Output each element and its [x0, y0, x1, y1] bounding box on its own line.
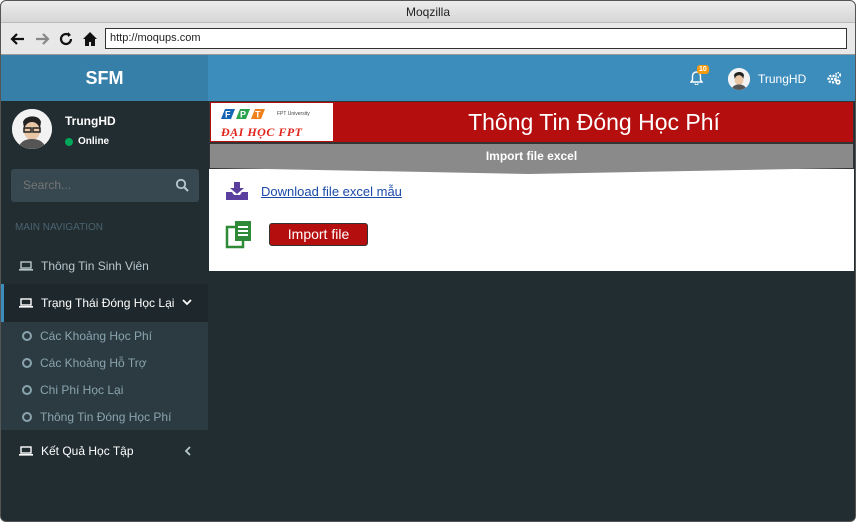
top-navbar: 10 TrungHD — [208, 55, 855, 101]
download-row: Download file excel mẫu — [225, 181, 402, 201]
section-title: Import file excel — [209, 143, 854, 169]
fpt-logo-subtitle: FPT University — [277, 111, 310, 117]
sidebar-item-thong-tin-sinh-vien[interactable]: Thông Tin Sinh Viên — [1, 247, 208, 285]
browser-window: Moqzilla http://moqups.com SFM TrungHD O… — [0, 0, 856, 522]
avatar — [12, 109, 52, 149]
import-row: Import file — [225, 219, 368, 249]
notification-badge: 10 — [697, 65, 709, 74]
app-shell: SFM TrungHD Online Search... MAIN NAVIGA… — [1, 55, 855, 521]
submenu-item-cac-khoang-ho-tro[interactable]: Các Khoảng Hỗ Trợ — [1, 349, 208, 376]
submenu-item-label: Các Khoảng Học Phí — [40, 328, 153, 343]
page-title: Thông Tin Đóng Học Phí — [468, 109, 720, 135]
avatar[interactable] — [728, 68, 750, 90]
sidebar-item-trang-thai-dong-hoc-lai[interactable]: Trạng Thái Đóng Học Lại — [1, 284, 208, 322]
brand-logo[interactable]: SFM — [1, 55, 208, 101]
submenu-item-label: Thông Tin Đóng Học Phí — [40, 409, 172, 424]
circle-icon — [22, 411, 32, 422]
search-input[interactable] — [23, 169, 163, 202]
laptop-icon — [19, 261, 33, 271]
sidebar-search — [11, 169, 199, 202]
forward-icon[interactable] — [31, 28, 53, 50]
laptop-icon — [19, 298, 33, 308]
chevron-left-icon — [184, 446, 191, 456]
svg-text:F: F — [225, 110, 231, 120]
download-template-link[interactable]: Download file excel mẫu — [261, 184, 402, 199]
main-navigation-header: MAIN NAVIGATION — [15, 222, 103, 233]
online-status: Online — [65, 136, 109, 147]
section-arrow — [209, 167, 854, 174]
browser-toolbar: http://moqups.com — [1, 23, 855, 55]
submenu-item-label: Các Khoảng Hỗ Trợ — [40, 355, 147, 370]
copy-files-icon — [225, 221, 251, 249]
window-title: Moqzilla — [1, 1, 855, 23]
svg-text:P: P — [240, 110, 246, 120]
reload-icon[interactable] — [55, 28, 77, 50]
online-dot-icon — [65, 137, 73, 146]
user-panel: TrungHD Online — [1, 101, 208, 161]
submenu-item-thong-tin-dong-hoc-phi[interactable]: Thông Tin Đóng Học Phí — [1, 403, 208, 430]
circle-icon — [22, 384, 32, 395]
topbar-user-name[interactable]: TrungHD — [758, 72, 806, 86]
fpt-logo-text: ĐẠI HỌC FPT — [221, 125, 303, 139]
submenu: Các Khoảng Học Phí Các Khoảng Hỗ Trợ Chi… — [1, 322, 208, 430]
page-banner: F P T FPT University ĐẠI HỌC FPT Thông T… — [209, 101, 854, 143]
fpt-logo: F P T FPT University ĐẠI HỌC FPT — [211, 103, 333, 141]
back-icon[interactable] — [7, 28, 29, 50]
sidebar-item-label: Kết Quả Học Tập — [41, 444, 134, 458]
sidebar-user-name: TrungHD — [65, 114, 116, 128]
svg-text:T: T — [255, 110, 261, 120]
circle-icon — [22, 357, 32, 368]
submenu-item-label: Chi Phí Học Lại — [40, 382, 124, 397]
laptop-icon — [19, 446, 33, 456]
submenu-item-chi-phi-hoc-lai[interactable]: Chi Phí Học Lại — [1, 376, 208, 403]
chevron-down-icon — [182, 299, 192, 306]
import-panel: F P T FPT University ĐẠI HỌC FPT Thông T… — [209, 101, 854, 271]
download-tray-icon[interactable] — [225, 181, 249, 201]
online-label: Online — [78, 136, 110, 147]
circle-icon — [22, 330, 32, 341]
sidebar: SFM TrungHD Online Search... MAIN NAVIGA… — [1, 55, 208, 521]
import-file-button[interactable]: Import file — [269, 222, 368, 246]
main-content: F P T FPT University ĐẠI HỌC FPT Thông T… — [208, 101, 855, 521]
search-icon[interactable] — [175, 178, 189, 192]
sidebar-item-label: Trạng Thái Đóng Học Lại — [41, 296, 175, 310]
url-input[interactable]: http://moqups.com — [105, 28, 847, 49]
gears-icon[interactable] — [827, 72, 841, 85]
sidebar-item-ket-qua-hoc-tap[interactable]: Kết Quả Học Tập — [1, 432, 208, 470]
fpt-logo-mark: F P T FPT University — [219, 107, 310, 121]
submenu-item-cac-khoang-hoc-phi[interactable]: Các Khoảng Học Phí — [1, 322, 208, 349]
home-icon[interactable] — [79, 28, 101, 50]
sidebar-item-label: Thông Tin Sinh Viên — [41, 259, 149, 273]
